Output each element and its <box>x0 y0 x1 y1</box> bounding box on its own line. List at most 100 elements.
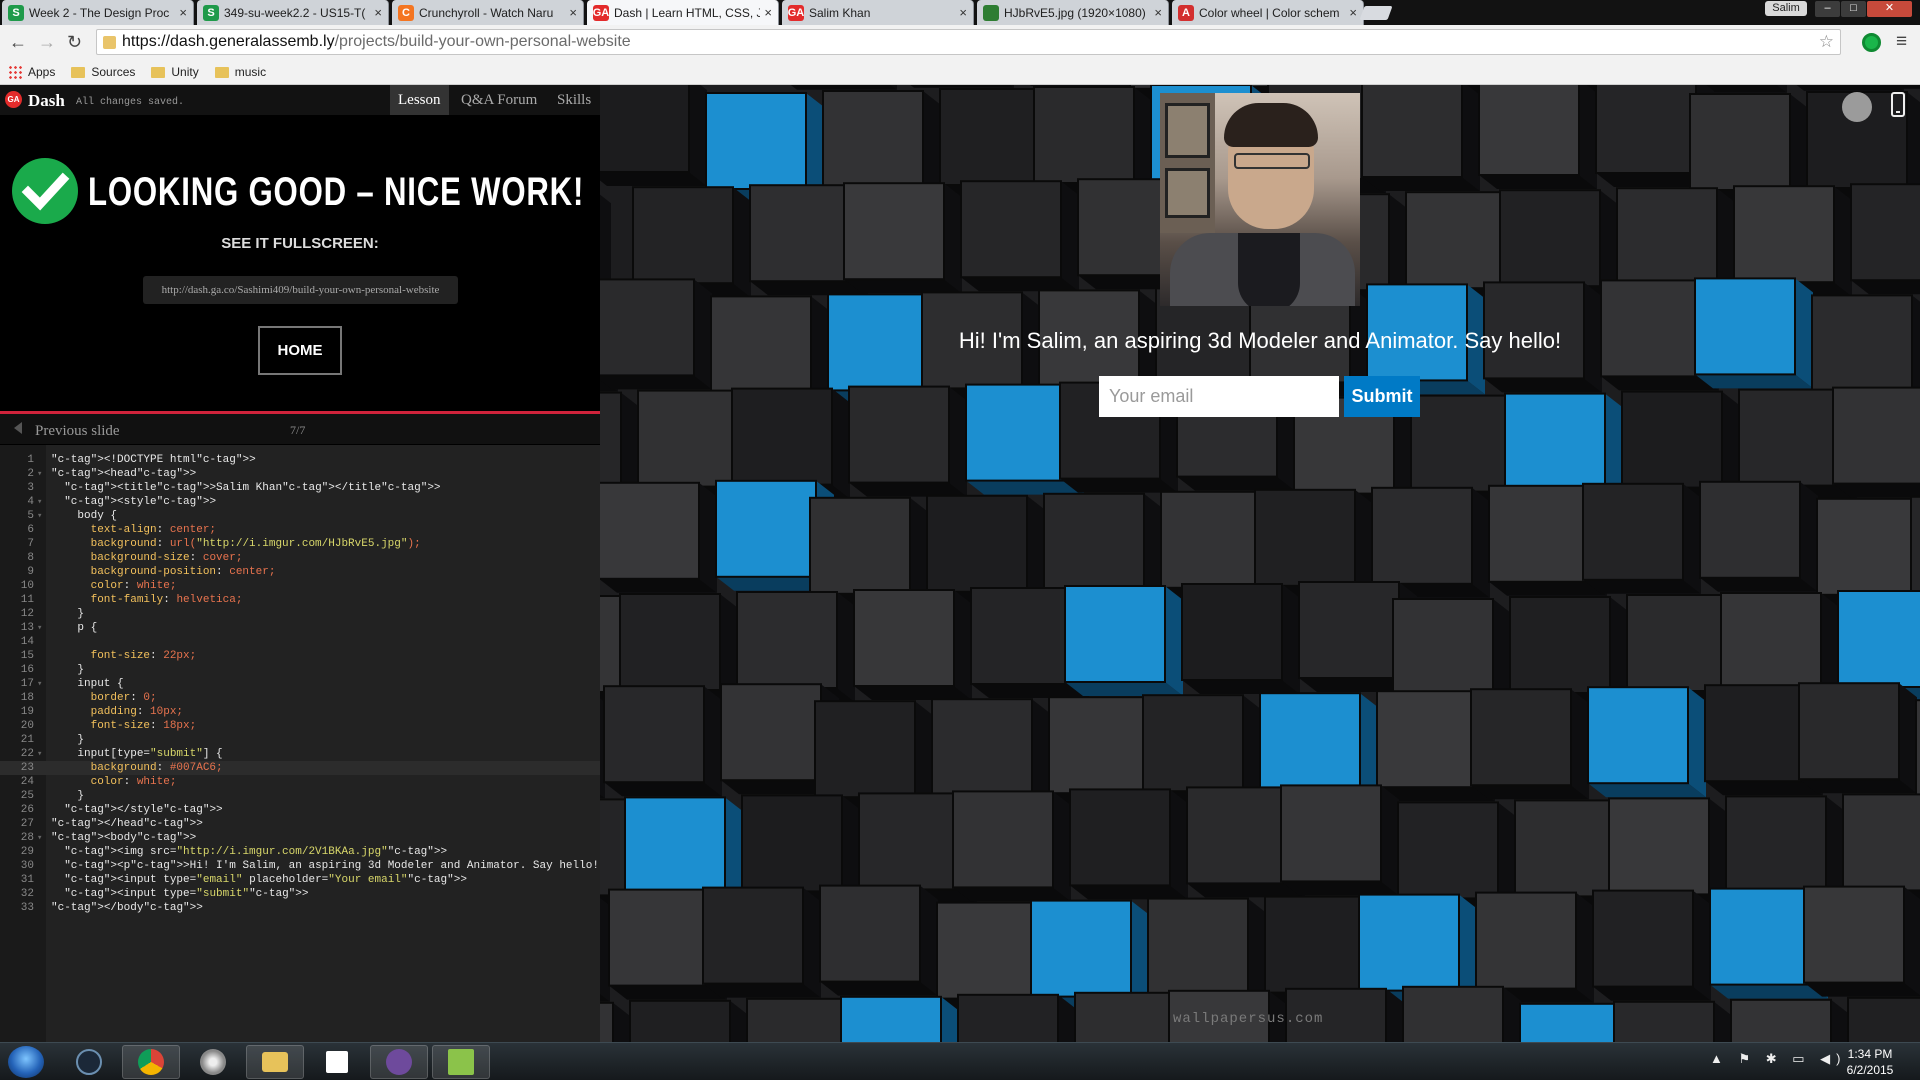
code-line[interactable]: 14 <box>0 635 600 649</box>
forward-arrow-icon[interactable]: → <box>38 32 56 53</box>
code-line[interactable]: 13 ▾ p { <box>0 621 600 635</box>
github-taskbar-icon[interactable] <box>370 1045 428 1079</box>
tab-close-icon[interactable]: × <box>959 5 967 20</box>
browser-tab[interactable]: C Crunchyroll - Watch Naru × <box>392 0 584 25</box>
code-line[interactable]: 24 color: white; <box>0 775 600 789</box>
code-line[interactable]: 6 text-align: center; <box>0 523 600 537</box>
fold-arrow-icon[interactable]: ▾ <box>37 509 42 523</box>
browser-tab[interactable]: HJbRvE5.jpg (1920×1080) × <box>977 0 1169 25</box>
bookmark-star-icon[interactable]: ☆ <box>1819 32 1834 52</box>
disc-taskbar-icon[interactable] <box>184 1045 242 1079</box>
code-line[interactable]: 18 border: 0; <box>0 691 600 705</box>
bookmark-music[interactable]: music <box>214 65 266 79</box>
fullscreen-link[interactable]: http://dash.ga.co/Sashimi409/build-your-… <box>143 276 458 304</box>
blue-cube <box>1064 585 1183 696</box>
fold-arrow-icon[interactable]: ▾ <box>37 747 42 761</box>
clock[interactable]: 1:34 PM 6/2/2015 <box>1830 1046 1910 1078</box>
chrome-menu-icon[interactable]: ≡ <box>1896 31 1907 53</box>
fold-arrow-icon[interactable]: ▾ <box>37 831 42 845</box>
code-line[interactable]: 30 "c-tag"><p"c-tag">>Hi! I'm Salim, an … <box>0 859 600 873</box>
line-number: 23 <box>20 762 34 774</box>
start-button[interactable] <box>8 1046 44 1078</box>
code-line[interactable]: 15 font-size: 22px; <box>0 649 600 663</box>
tab-close-icon[interactable]: × <box>374 5 382 20</box>
bookmark-unity[interactable]: Unity <box>151 65 199 79</box>
previous-arrow-icon[interactable] <box>14 422 22 434</box>
maximize-button[interactable]: □ <box>1841 1 1866 17</box>
code-line[interactable]: 2 ▾ "c-tag"><head"c-tag">> <box>0 467 600 481</box>
code-line[interactable]: 19 padding: 10px; <box>0 705 600 719</box>
reload-icon[interactable]: ↻ <box>67 32 82 53</box>
email-field[interactable] <box>1099 376 1339 417</box>
dark-cube <box>1847 996 1920 1042</box>
previous-slide-link[interactable]: Previous slide <box>35 423 120 440</box>
extension-icon[interactable] <box>1862 33 1881 52</box>
code-line[interactable]: 28 ▾ "c-tag"><body"c-tag">> <box>0 831 600 845</box>
code-line[interactable]: 23 background: #007AC6; <box>0 761 600 775</box>
tab-lesson[interactable]: Lesson <box>390 85 449 115</box>
code-line[interactable]: 10 color: white; <box>0 579 600 593</box>
system-tray[interactable]: ▲ ⚑ ✱ ▭ ◀) <box>1710 1051 1846 1067</box>
fold-arrow-icon[interactable]: ▾ <box>37 677 42 691</box>
browser-tab[interactable]: GA Dash | Learn HTML, CSS, J × <box>587 0 779 25</box>
tab-close-icon[interactable]: × <box>569 5 577 20</box>
fold-arrow-icon[interactable]: ▾ <box>37 495 42 509</box>
home-button[interactable]: HOME <box>258 326 342 375</box>
code-line[interactable]: 29 "c-tag"><img src="http://i.imgur.com/… <box>0 845 600 859</box>
apps-taskbar-icon[interactable] <box>308 1045 366 1079</box>
back-arrow-icon[interactable]: ← <box>9 32 27 53</box>
code-line[interactable]: 7 background: url("http://i.imgur.com/HJ… <box>0 537 600 551</box>
tab-close-icon[interactable]: × <box>1349 5 1357 20</box>
browser-tab[interactable]: S 349-su-week2.2 - US15-T(× <box>197 0 389 25</box>
profile-button[interactable]: Salim <box>1765 1 1807 16</box>
browser-tab[interactable]: GA Salim Khan × <box>782 0 974 25</box>
clock-date: 6/2/2015 <box>1846 1063 1894 1077</box>
code-line[interactable]: 33 "c-tag"></body"c-tag">> <box>0 901 600 915</box>
file-explorer-taskbar-icon[interactable] <box>246 1045 304 1079</box>
code-line[interactable]: 3 "c-tag"><title"c-tag">>Salim Khan"c-ta… <box>0 481 600 495</box>
code-line[interactable]: 27 "c-tag"></head"c-tag">> <box>0 817 600 831</box>
notes-taskbar-icon[interactable] <box>432 1045 490 1079</box>
code-line[interactable]: 17 ▾ input { <box>0 677 600 691</box>
bookmark-apps[interactable]: Apps <box>8 65 55 79</box>
code-editor[interactable]: 1 "c-tag"><!DOCTYPE html"c-tag">> 2 ▾ "c-tag… <box>0 445 600 1042</box>
bookmark-sources[interactable]: Sources <box>71 65 135 79</box>
line-number: 5 <box>27 510 34 522</box>
steam-taskbar-icon[interactable] <box>60 1045 118 1079</box>
code-line[interactable]: 1 "c-tag"><!DOCTYPE html"c-tag">> <box>0 453 600 467</box>
code-line[interactable]: 16 } <box>0 663 600 677</box>
code-line[interactable]: 12 } <box>0 607 600 621</box>
code-line[interactable]: 8 background-size: cover; <box>0 551 600 565</box>
tab-close-icon[interactable]: × <box>179 5 187 20</box>
tab-skills[interactable]: Skills <box>549 85 599 115</box>
chrome-taskbar-icon[interactable] <box>122 1045 180 1079</box>
code-line[interactable]: 31 "c-tag"><input type="email" placehold… <box>0 873 600 887</box>
code-line[interactable]: 25 } <box>0 789 600 803</box>
tab-close-icon[interactable]: × <box>1154 5 1162 20</box>
tab-qa-forum[interactable]: Q&A Forum <box>453 85 545 115</box>
code-line[interactable]: 4 ▾ "c-tag"><style"c-tag">> <box>0 495 600 509</box>
fold-arrow-icon[interactable]: ▾ <box>37 467 42 481</box>
close-window-button[interactable]: ✕ <box>1867 1 1912 17</box>
code-text: "c-tag"><body"c-tag">> <box>51 832 197 844</box>
code-line[interactable]: 5 ▾ body { <box>0 509 600 523</box>
code-text: "c-tag"><head"c-tag">> <box>51 468 197 480</box>
code-line[interactable]: 32 "c-tag"><input type="submit""c-tag">> <box>0 887 600 901</box>
fold-arrow-icon[interactable]: ▾ <box>37 621 42 635</box>
browser-tab[interactable]: S Week 2 - The Design Proc × <box>2 0 194 25</box>
code-line[interactable]: 9 background-position: center; <box>0 565 600 579</box>
code-line[interactable]: 20 font-size: 18px; <box>0 719 600 733</box>
ga-logo-icon[interactable]: GA <box>5 91 22 108</box>
browser-tab[interactable]: A Color wheel | Color schem × <box>1172 0 1364 25</box>
mobile-view-icon[interactable] <box>1891 92 1905 117</box>
tab-close-icon[interactable]: × <box>764 5 772 20</box>
submit-button[interactable]: Submit <box>1344 376 1420 417</box>
minimize-button[interactable]: – <box>1815 1 1840 17</box>
code-line[interactable]: 11 font-family: helvetica; <box>0 593 600 607</box>
code-line[interactable]: 22 ▾ input[type="submit"] { <box>0 747 600 761</box>
desktop-view-toggle[interactable] <box>1842 92 1872 122</box>
code-line[interactable]: 21 } <box>0 733 600 747</box>
new-tab-button[interactable] <box>1359 6 1393 20</box>
code-line[interactable]: 26 "c-tag"></style"c-tag">> <box>0 803 600 817</box>
address-bar[interactable]: https://dash.generalassemb.ly/projects/b… <box>96 29 1841 55</box>
